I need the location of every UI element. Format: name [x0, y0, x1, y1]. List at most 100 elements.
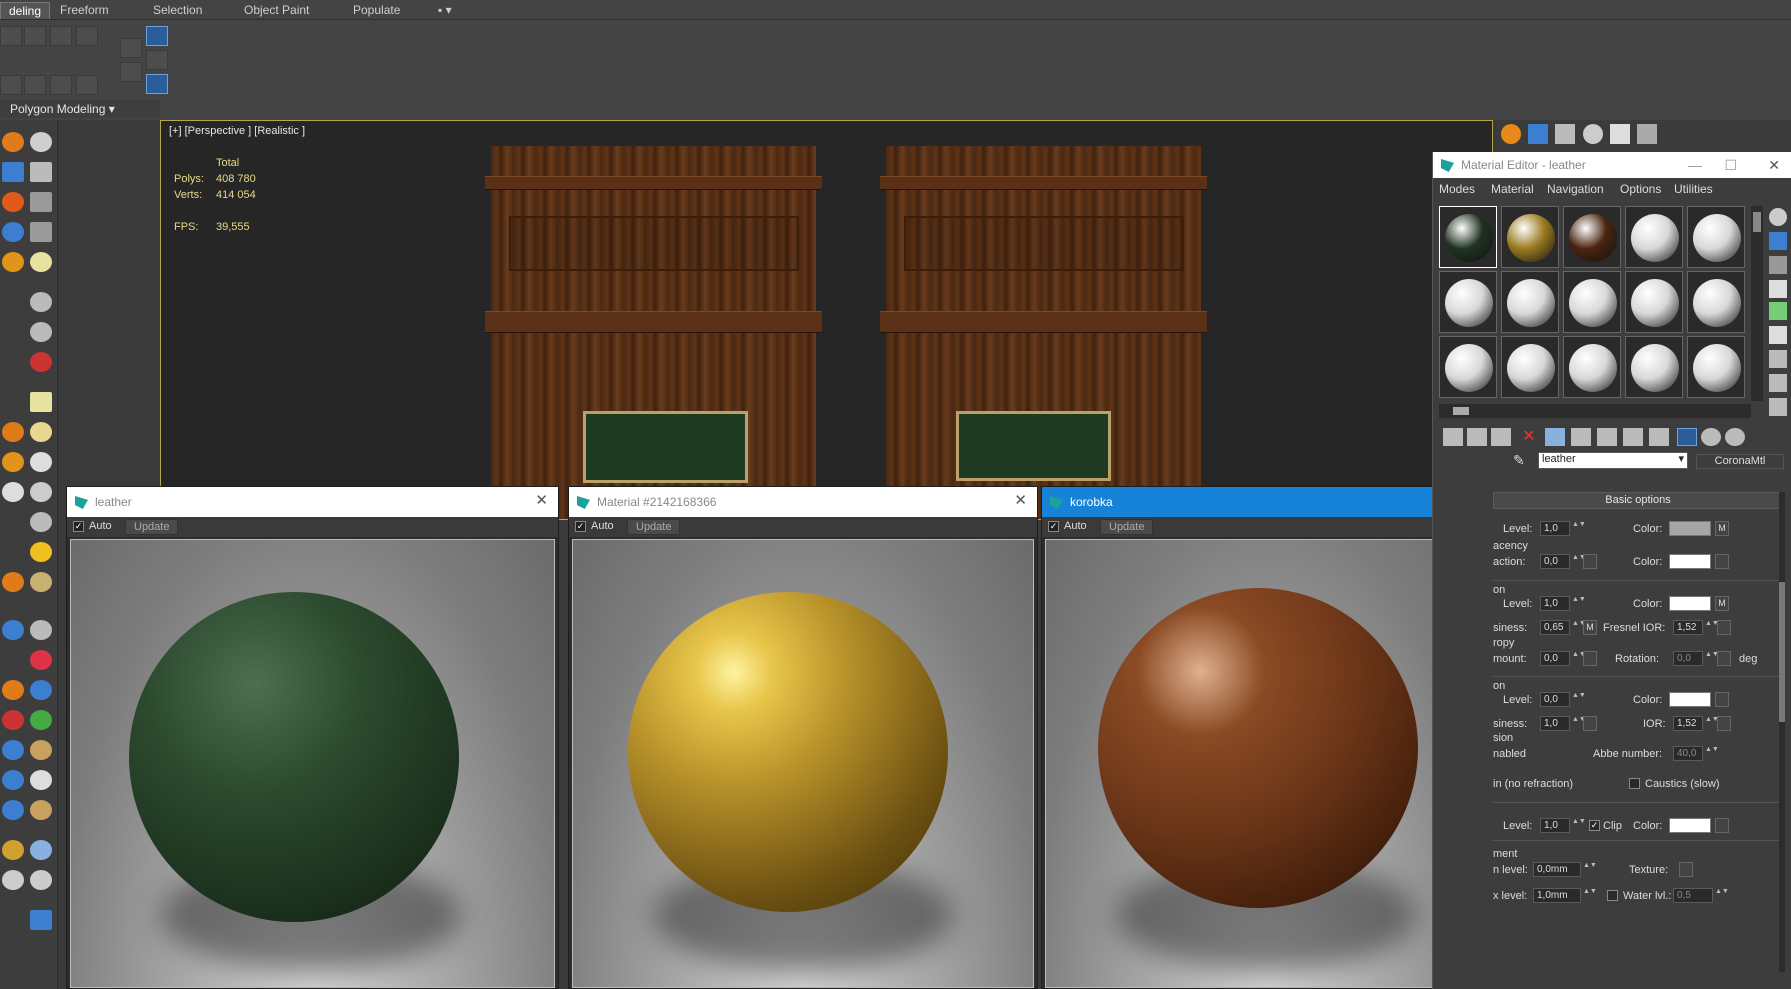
toolbar-icon[interactable]	[30, 322, 52, 342]
translucency-color-map-button[interactable]	[1715, 554, 1729, 569]
backlight-icon[interactable]	[1769, 232, 1787, 250]
chevron-down-icon[interactable]: ▾	[1678, 453, 1684, 466]
cabinet-model-right[interactable]	[880, 146, 1207, 519]
make-preview-icon[interactable]	[1769, 326, 1787, 344]
reflection-color-swatch[interactable]	[1669, 596, 1711, 611]
light-bulb-icon[interactable]	[30, 252, 52, 272]
toolbar-icon[interactable]	[30, 512, 52, 532]
hierarchy-tab-icon[interactable]	[1555, 124, 1575, 144]
toolbar-icon[interactable]	[30, 910, 52, 930]
tab-freeform[interactable]: Freeform	[52, 2, 117, 19]
material-type-button[interactable]: CoronaMtl	[1696, 454, 1784, 469]
min-level-spinner[interactable]: ▲▼	[1583, 862, 1597, 877]
auto-checkbox[interactable]: ✓	[575, 521, 586, 532]
perspective-viewport[interactable]: [+] [Perspective ] [Realistic ] Total Po…	[160, 120, 1493, 520]
toolbar-icon[interactable]	[30, 192, 52, 212]
toolbar-icon[interactable]	[2, 740, 24, 760]
show-shaded-icon[interactable]	[1649, 428, 1669, 446]
select-by-material-icon[interactable]	[1769, 374, 1787, 392]
auto-checkbox[interactable]: ✓	[73, 521, 84, 532]
ribbon-panel-label[interactable]: Polygon Modeling ▾	[0, 100, 160, 118]
make-unique-icon[interactable]	[1571, 428, 1591, 446]
auto-checkbox[interactable]: ✓	[1048, 521, 1059, 532]
material-slot[interactable]	[1625, 206, 1683, 268]
slots-vertical-scrollbar[interactable]	[1751, 206, 1763, 401]
reflection-level-spinner[interactable]: ▲▼	[1572, 596, 1586, 611]
scroll-thumb[interactable]	[1453, 407, 1469, 415]
put-to-library-icon[interactable]	[1597, 428, 1617, 446]
toolbar-icon[interactable]	[30, 162, 52, 182]
ribbon-tool-icon[interactable]	[0, 26, 22, 46]
video-color-icon[interactable]	[1769, 302, 1787, 320]
viewport-label[interactable]: [+] [Perspective ] [Realistic ]	[169, 125, 305, 137]
motion-tab-icon[interactable]	[1583, 124, 1603, 144]
reflection-glossiness-spinner[interactable]: ▲▼	[1572, 620, 1586, 635]
water-level-checkbox[interactable]	[1607, 890, 1618, 901]
ribbon-tool-icon[interactable]	[120, 38, 142, 58]
ribbon-tool-icon[interactable]	[24, 26, 46, 46]
refraction-glossiness-input[interactable]: 1,0	[1540, 716, 1570, 731]
toolbar-icon[interactable]	[30, 800, 52, 820]
fresnel-ior-input[interactable]: 1,52	[1673, 620, 1703, 635]
ribbon-tool-icon[interactable]	[120, 62, 142, 82]
toolbar-icon[interactable]	[30, 650, 52, 670]
water-level-input[interactable]: 0,5	[1673, 888, 1713, 903]
ribbon-tool-icon[interactable]	[50, 26, 72, 46]
toolbar-icon[interactable]	[30, 710, 52, 730]
put-to-scene-icon[interactable]	[1467, 428, 1487, 446]
min-level-input[interactable]: 0,0mm	[1533, 862, 1581, 877]
material-slot[interactable]	[1563, 206, 1621, 268]
anisotropy-amount-input[interactable]: 0,0	[1540, 651, 1570, 666]
menu-options[interactable]: Options	[1620, 182, 1661, 196]
toolbar-icon[interactable]	[2, 620, 24, 640]
copy-material-icon[interactable]	[1545, 428, 1565, 446]
rotation-input[interactable]: 0,0	[1673, 651, 1703, 666]
create-tab-icon[interactable]	[1501, 124, 1521, 144]
material-slot[interactable]	[1625, 271, 1683, 333]
diffuse-level-input[interactable]: 1,0	[1540, 521, 1570, 536]
toolbar-icon[interactable]	[2, 252, 24, 272]
toolbar-icon[interactable]	[2, 162, 24, 182]
help-icon[interactable]	[2, 870, 24, 890]
translucency-map-button[interactable]	[1583, 554, 1597, 569]
tab-selection[interactable]: Selection	[145, 2, 210, 19]
toolbar-icon[interactable]	[30, 770, 52, 790]
diffuse-level-spinner[interactable]: ▲▼	[1572, 521, 1586, 536]
toolbar-icon[interactable]	[30, 482, 52, 502]
texture-map-button[interactable]	[1679, 862, 1693, 877]
maximize-icon[interactable]: ☐	[1724, 152, 1737, 178]
refraction-gloss-map-button[interactable]	[1583, 716, 1597, 731]
toolbar-icon[interactable]	[30, 422, 52, 442]
toolbar-icon[interactable]	[2, 482, 24, 502]
translucency-fraction-input[interactable]: 0,0	[1540, 554, 1570, 569]
tab-populate[interactable]: Populate	[345, 2, 408, 19]
anisotropy-map-button[interactable]	[1583, 651, 1597, 666]
sample-uv-icon[interactable]	[1769, 280, 1787, 298]
update-button[interactable]: Update	[627, 519, 681, 535]
material-slot[interactable]	[1563, 271, 1621, 333]
reflection-level-input[interactable]: 1,0	[1540, 596, 1570, 611]
close-icon[interactable]: ✕	[1014, 491, 1027, 509]
ior-map-button[interactable]	[1717, 716, 1731, 731]
rotation-map-button[interactable]	[1717, 651, 1731, 666]
menu-utilities[interactable]: Utilities	[1674, 182, 1713, 196]
toolbar-icon[interactable]	[30, 352, 52, 372]
teapot-icon[interactable]	[30, 132, 52, 152]
toolbar-icon[interactable]	[30, 572, 52, 592]
minimize-icon[interactable]: —	[1688, 152, 1702, 178]
toolbar-icon[interactable]	[2, 132, 24, 152]
water-level-spinner[interactable]: ▲▼	[1715, 888, 1729, 903]
ribbon-tool-icon[interactable]	[50, 75, 72, 95]
modify-tab-icon[interactable]	[1528, 124, 1548, 144]
eyedropper-icon[interactable]: ✎	[1513, 452, 1533, 470]
ribbon-toggle-icon[interactable]	[146, 26, 168, 46]
material-slot[interactable]	[1439, 336, 1497, 398]
toolbar-icon[interactable]	[2, 572, 24, 592]
toolbar-icon[interactable]	[2, 422, 24, 442]
refraction-level-spinner[interactable]: ▲▼	[1572, 692, 1586, 707]
tab-modeling[interactable]: deling	[0, 2, 51, 19]
update-button[interactable]: Update	[1100, 519, 1154, 535]
max-level-spinner[interactable]: ▲▼	[1583, 888, 1597, 903]
toolbar-icon[interactable]	[2, 192, 24, 212]
ribbon-options-icon[interactable]: ▪ ▾	[430, 2, 460, 19]
